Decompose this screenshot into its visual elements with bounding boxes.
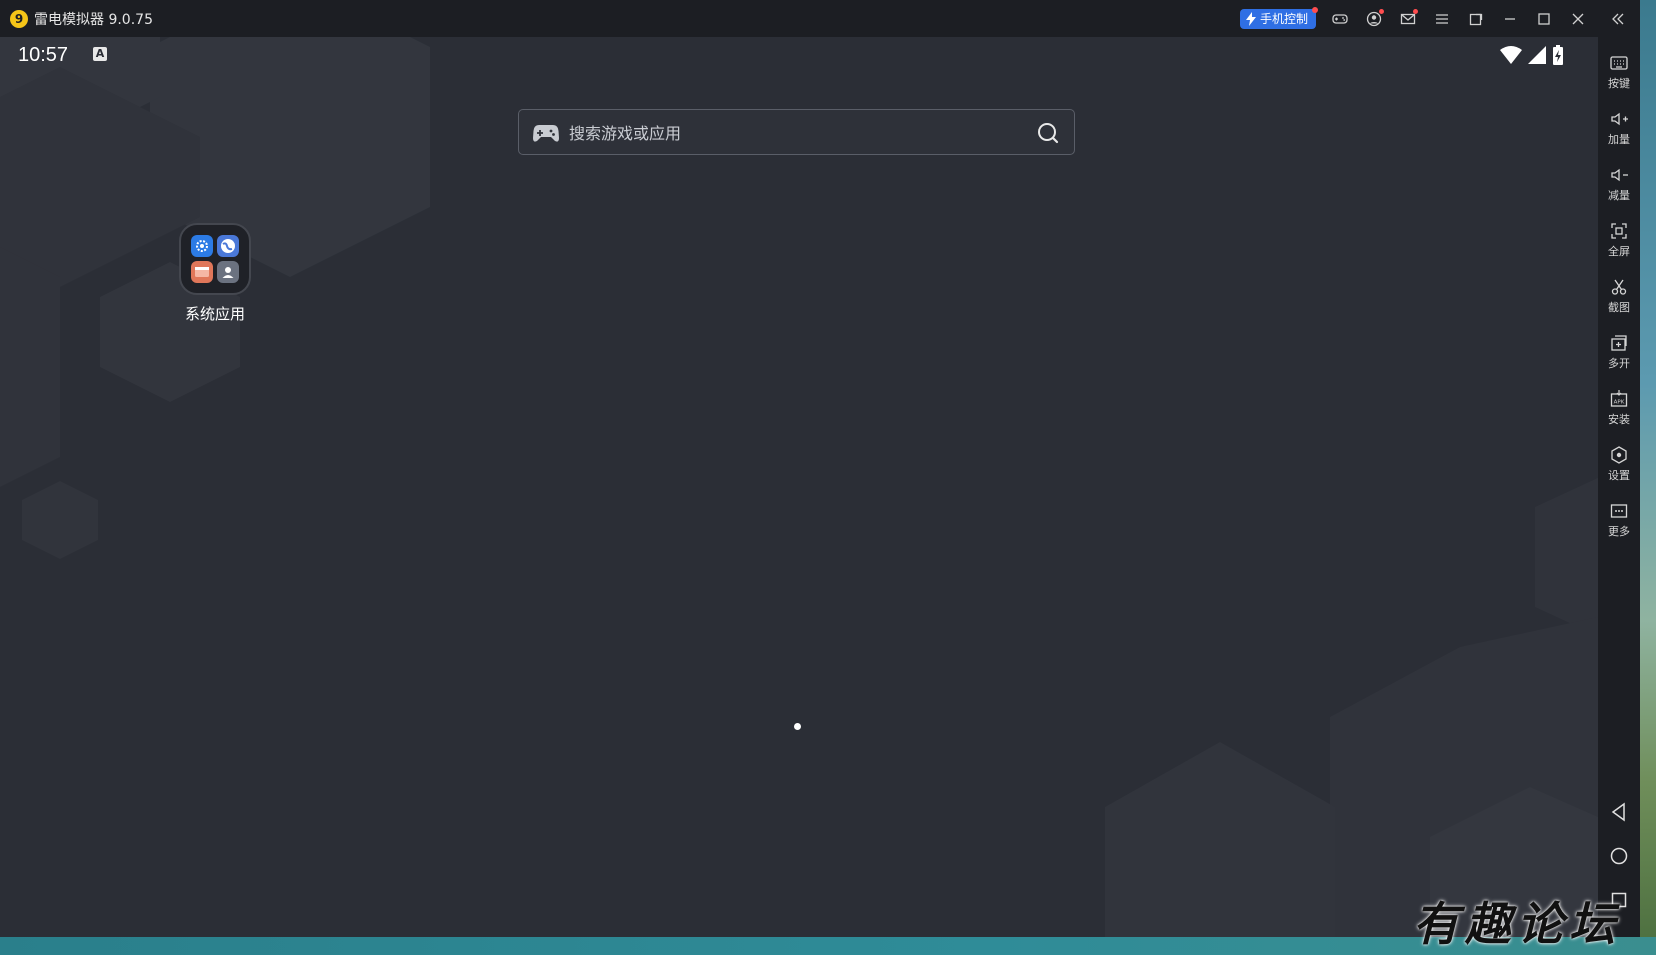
volume-down-icon xyxy=(1611,168,1628,182)
toolbar-label: 安装 xyxy=(1608,413,1630,426)
double-chevron-left-icon xyxy=(1612,13,1624,25)
phone-control-button[interactable]: 手机控制 xyxy=(1240,7,1319,29)
hamburger-menu-icon xyxy=(1436,14,1448,24)
minimize-button[interactable] xyxy=(1500,9,1520,29)
volume-up-button[interactable]: 加量 xyxy=(1598,103,1640,155)
wifi-icon xyxy=(1500,46,1522,64)
screenshot-button[interactable]: 截图 xyxy=(1598,271,1640,323)
hexagon-background xyxy=(0,37,1598,937)
watermark: 有趣论坛 xyxy=(1413,897,1621,951)
install-apk-button[interactable]: APK 安装 xyxy=(1598,383,1640,435)
android-screen[interactable]: 10:57 A 系统应用 xyxy=(0,37,1598,937)
emulator-window: 9 雷电模拟器 9.0.75 手机控制 10:57 A 搜索游戏或应用 系统应用… xyxy=(0,0,1640,937)
desktop-wallpaper-edge xyxy=(1640,0,1656,955)
minimize-icon xyxy=(1505,18,1515,20)
toolbar-label: 截图 xyxy=(1608,301,1630,314)
page-indicator xyxy=(794,723,801,730)
notification-dot xyxy=(1379,9,1384,14)
signal-icon xyxy=(1528,46,1546,64)
contacts-app-icon xyxy=(217,261,239,283)
status-icons xyxy=(1500,45,1564,65)
status-time: 10:57 xyxy=(18,44,69,66)
gamepad-icon xyxy=(533,125,559,142)
toolbar-label: 减量 xyxy=(1608,189,1630,202)
settings-button[interactable]: 设置 xyxy=(1598,439,1640,491)
volume-up-icon xyxy=(1611,112,1628,126)
scissors-icon xyxy=(1611,279,1627,295)
keymapping-button[interactable]: 按键 xyxy=(1598,47,1640,99)
fullscreen-button[interactable]: 全屏 xyxy=(1598,215,1640,267)
fullscreen-icon xyxy=(1611,223,1627,239)
settings-app-icon xyxy=(191,235,213,257)
close-icon xyxy=(1572,13,1584,25)
toolbar-label: 加量 xyxy=(1608,133,1630,146)
menu-button[interactable] xyxy=(1432,9,1452,29)
gamepad-button[interactable] xyxy=(1330,9,1350,29)
phone-control-label: 手机控制 xyxy=(1260,12,1309,26)
close-button[interactable] xyxy=(1568,9,1588,29)
toolbar-label: 设置 xyxy=(1608,469,1630,482)
collapse-sidebar-button[interactable] xyxy=(1608,9,1628,29)
restore-window-icon xyxy=(1469,13,1483,26)
home-nav-icon[interactable] xyxy=(1609,846,1629,866)
desktop-taskbar-edge xyxy=(0,937,1656,955)
multi-instance-icon xyxy=(1611,335,1627,351)
mini-mode-button[interactable] xyxy=(1466,9,1486,29)
toolbar-label: 全屏 xyxy=(1608,245,1630,258)
folder-label: 系统应用 xyxy=(184,305,245,323)
side-toolbar: 按键 加量 减量 全屏 截图 多开 APK 安装 设置 更多 xyxy=(1598,37,1640,937)
title-bar[interactable]: 9 雷电模拟器 9.0.75 手机控制 xyxy=(0,0,1640,37)
system-apps-folder[interactable] xyxy=(179,223,251,295)
notification-dot xyxy=(1413,9,1418,14)
keyboard-icon xyxy=(1610,56,1628,70)
apk-install-icon: APK xyxy=(1610,390,1628,407)
gamepad-icon xyxy=(1332,14,1348,24)
window-title: 雷电模拟器 9.0.75 xyxy=(34,12,153,28)
back-nav-icon[interactable] xyxy=(1609,802,1629,822)
more-icon xyxy=(1610,504,1628,518)
battery-charging-icon xyxy=(1553,45,1563,65)
toolbar-label: 按键 xyxy=(1608,77,1630,90)
lightning-icon xyxy=(1246,12,1256,26)
toolbar-label: 多开 xyxy=(1608,357,1630,370)
browser-app-icon xyxy=(217,235,239,257)
volume-down-button[interactable]: 减量 xyxy=(1598,159,1640,211)
search-bar[interactable] xyxy=(518,109,1075,155)
more-button[interactable]: 更多 xyxy=(1598,495,1640,547)
search-input[interactable] xyxy=(567,118,1011,148)
file-manager-app-icon xyxy=(191,261,213,283)
search-icon[interactable] xyxy=(1036,121,1060,145)
maximize-icon xyxy=(1538,13,1550,25)
mail-button[interactable] xyxy=(1398,9,1418,29)
notification-dot xyxy=(1312,7,1319,13)
multi-instance-button[interactable]: 多开 xyxy=(1598,327,1640,379)
maximize-button[interactable] xyxy=(1534,9,1554,29)
input-indicator: A xyxy=(93,47,107,61)
svg-text:APK: APK xyxy=(1614,400,1625,406)
account-button[interactable] xyxy=(1364,9,1384,29)
settings-icon xyxy=(1611,446,1627,464)
app-logo-icon: 9 xyxy=(10,10,28,28)
toolbar-label: 更多 xyxy=(1608,525,1630,538)
